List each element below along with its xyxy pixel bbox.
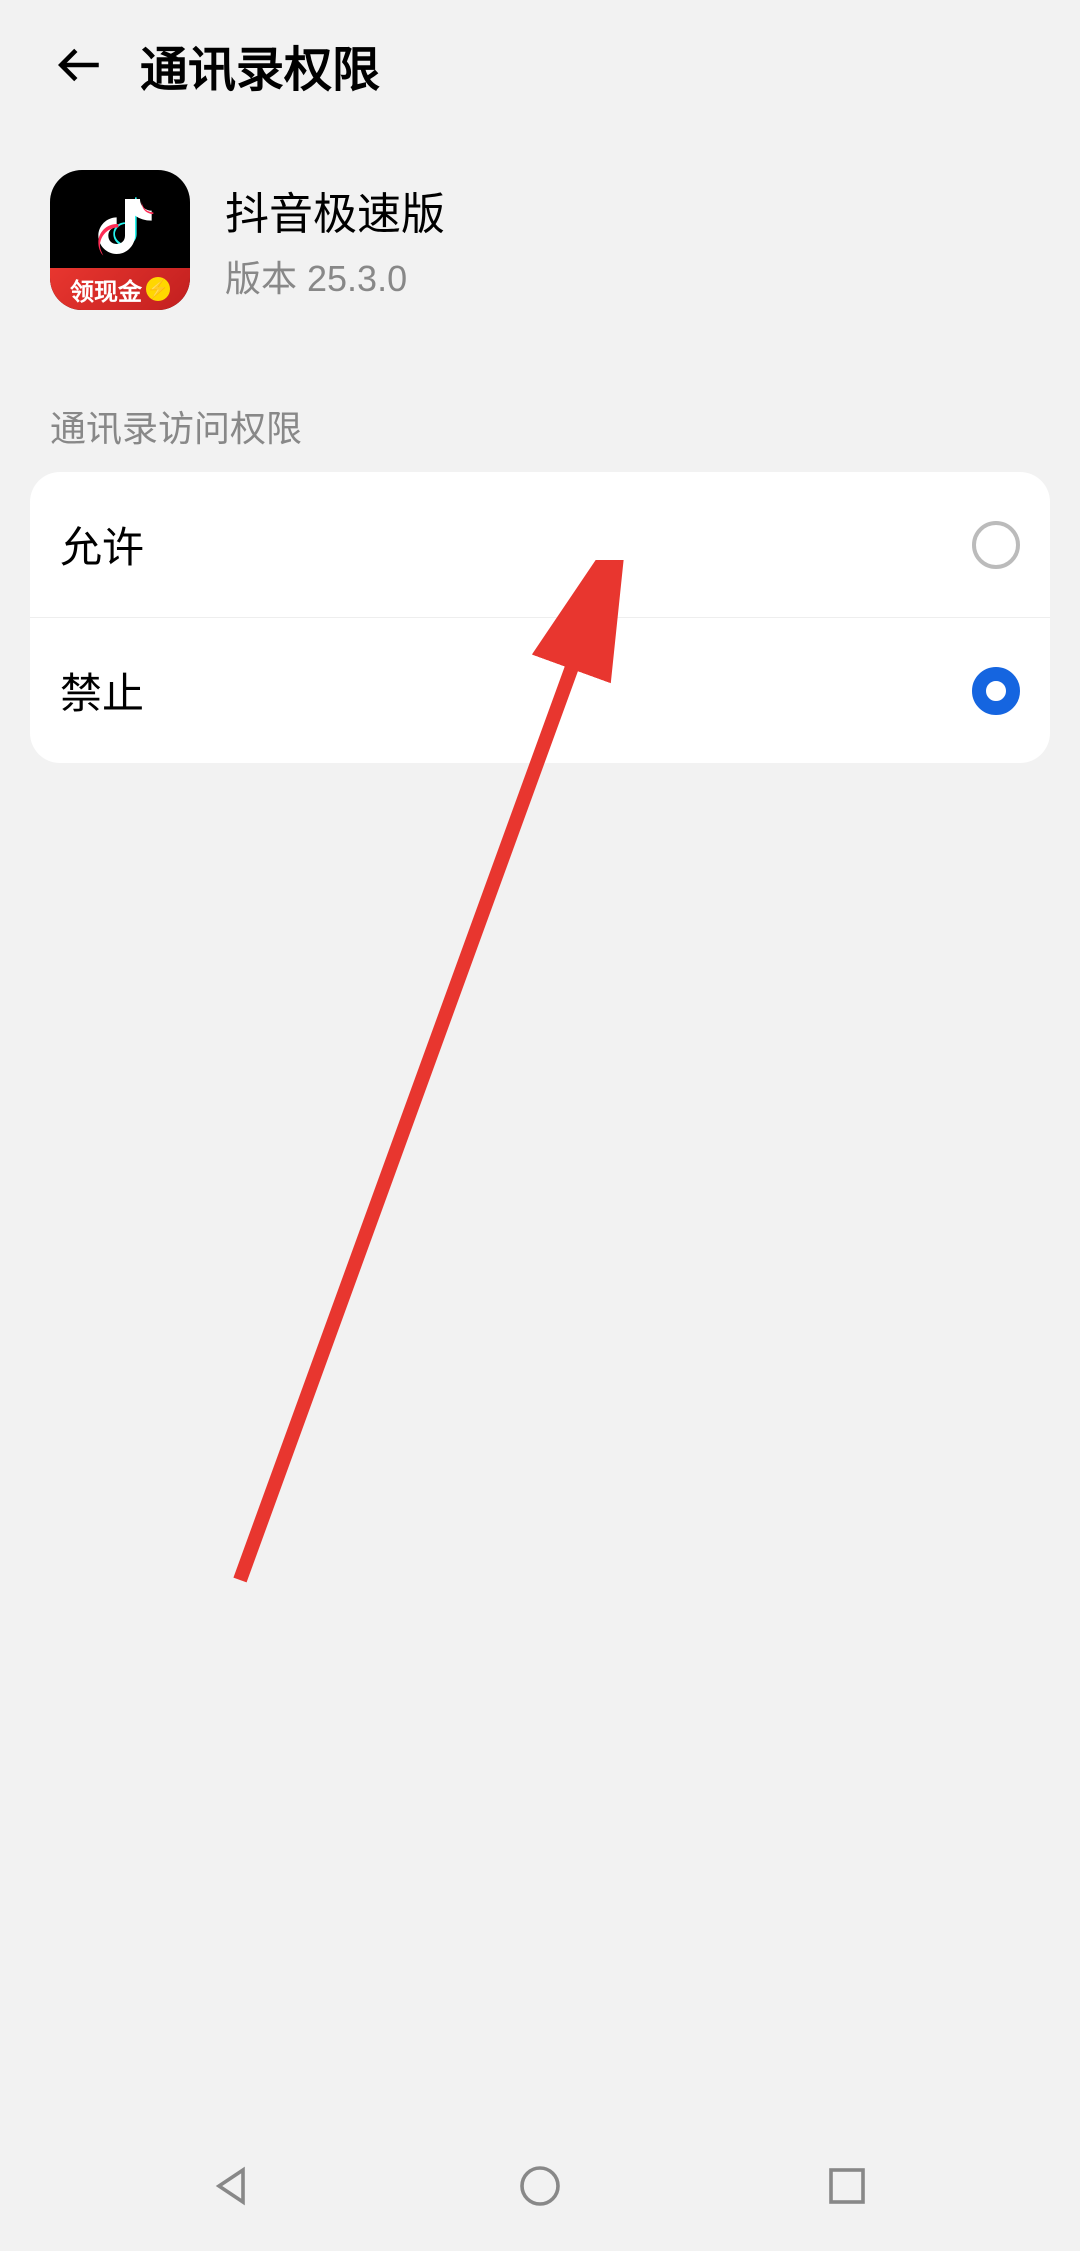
option-allow[interactable]: 允许 [30, 472, 1050, 617]
cash-banner-text: 领现金 [70, 272, 142, 307]
douyin-icon [50, 178, 190, 270]
app-info-section: 领现金 ⚡ 抖音极速版 版本 25.3.0 [0, 140, 1080, 340]
system-nav-bar [0, 2121, 1080, 2251]
section-label: 通讯录访问权限 [0, 400, 1080, 452]
square-recent-icon [823, 2162, 871, 2210]
nav-home-button[interactable] [510, 2156, 570, 2216]
cash-banner: 领现金 ⚡ [50, 268, 190, 310]
triangle-back-icon [209, 2162, 257, 2210]
option-deny[interactable]: 禁止 [30, 617, 1050, 763]
radio-unselected-icon [972, 521, 1020, 569]
nav-back-button[interactable] [203, 2156, 263, 2216]
nav-recent-button[interactable] [817, 2156, 877, 2216]
app-version: 版本 25.3.0 [225, 250, 445, 302]
option-deny-label: 禁止 [60, 660, 144, 721]
page-title: 通讯录权限 [140, 30, 380, 100]
header-bar: 通讯录权限 [0, 0, 1080, 130]
app-icon: 领现金 ⚡ [50, 170, 190, 310]
app-details: 抖音极速版 版本 25.3.0 [225, 178, 445, 302]
permission-options-card: 允许 禁止 [30, 472, 1050, 763]
app-name: 抖音极速版 [225, 178, 445, 242]
circle-home-icon [516, 2162, 564, 2210]
option-allow-label: 允许 [60, 514, 144, 575]
back-button[interactable] [50, 35, 110, 95]
arrow-left-icon [55, 40, 105, 90]
bolt-icon: ⚡ [146, 277, 170, 301]
radio-selected-icon [972, 667, 1020, 715]
